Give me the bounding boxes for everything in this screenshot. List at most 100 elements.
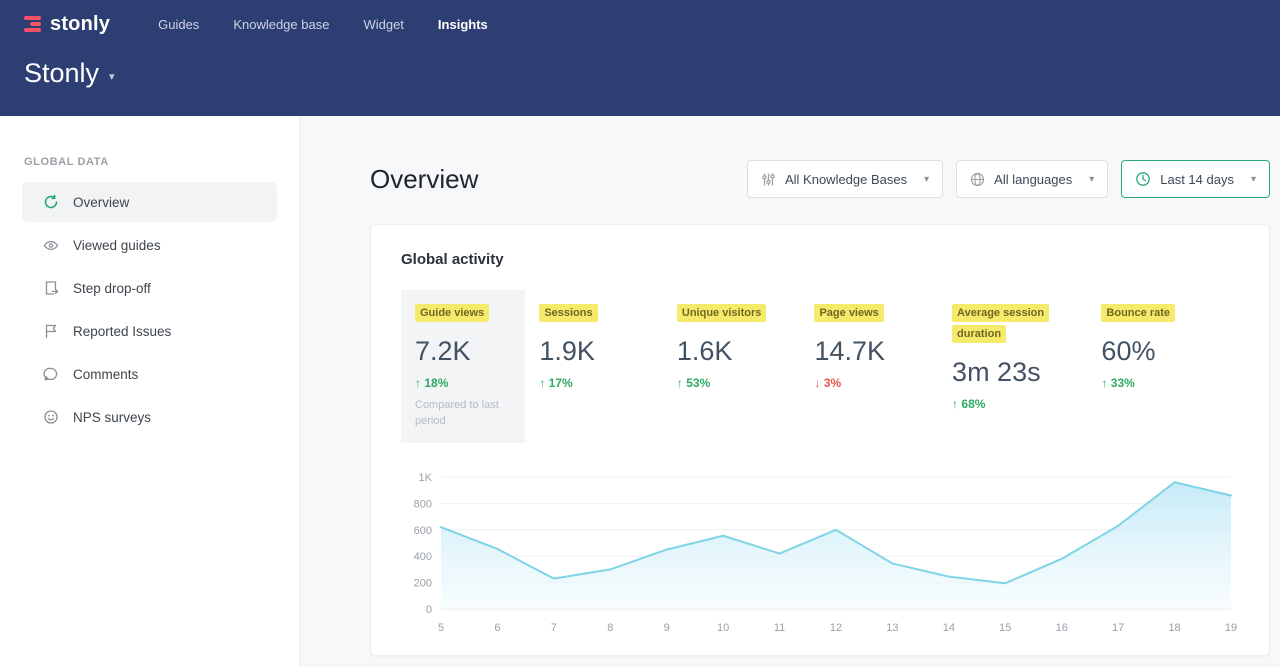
- metric-page-views: Page views 14.7K ↓ 3%: [814, 290, 952, 443]
- svg-text:600: 600: [414, 525, 432, 537]
- metric-delta: ↑ 53%: [677, 376, 815, 390]
- metric-delta: ↑ 18%: [415, 376, 511, 390]
- filters-bar: All Knowledge Bases ▾ All languages ▾ La…: [747, 160, 1270, 198]
- sidebar-item-label: Overview: [73, 195, 129, 210]
- metric-label: Bounce rate: [1101, 304, 1175, 322]
- top-navigation: stonly Guides Knowledge base Widget Insi…: [0, 0, 1280, 42]
- arrow-up-icon: ↑: [415, 376, 421, 390]
- sidebar-item-step-drop-off[interactable]: Step drop-off: [22, 268, 277, 308]
- sliders-icon: [761, 172, 776, 187]
- app-logo[interactable]: stonly: [24, 13, 110, 36]
- metric-value: 1.6K: [677, 336, 815, 367]
- filter-label: Last 14 days: [1160, 172, 1234, 187]
- flag-icon: [43, 323, 59, 339]
- filter-label: All Knowledge Bases: [785, 172, 907, 187]
- svg-text:13: 13: [886, 622, 898, 634]
- metric-delta: ↑ 17%: [539, 376, 677, 390]
- svg-text:400: 400: [414, 551, 432, 563]
- workspace-name: Stonly: [24, 58, 99, 89]
- metric-value: 3m 23s: [952, 357, 1101, 388]
- arrow-down-icon: ↓: [814, 376, 820, 390]
- svg-text:8: 8: [607, 622, 613, 634]
- metric-sessions: Sessions 1.9K ↑ 17%: [539, 290, 677, 443]
- svg-text:17: 17: [1112, 622, 1124, 634]
- eye-icon: [43, 237, 59, 253]
- metric-guide-views: Guide views 7.2K ↑ 18% Compared to last …: [401, 290, 525, 443]
- sidebar-item-nps-surveys[interactable]: NPS surveys: [22, 397, 277, 437]
- metric-unique-visitors: Unique visitors 1.6K ↑ 53%: [677, 290, 815, 443]
- sidebar: GLOBAL DATA Overview Viewed guides Step …: [0, 116, 300, 667]
- sidebar-item-label: NPS surveys: [73, 410, 151, 425]
- sidebar-item-label: Reported Issues: [73, 324, 171, 339]
- filter-knowledge-bases[interactable]: All Knowledge Bases ▾: [747, 160, 943, 198]
- nav-item-guides[interactable]: Guides: [158, 17, 199, 32]
- sidebar-item-overview[interactable]: Overview: [22, 182, 277, 222]
- svg-text:0: 0: [426, 604, 432, 616]
- chevron-down-icon: ▾: [924, 174, 929, 185]
- top-header: stonly Guides Knowledge base Widget Insi…: [0, 0, 1280, 116]
- sidebar-item-reported-issues[interactable]: Reported Issues: [22, 311, 277, 351]
- sidebar-item-viewed-guides[interactable]: Viewed guides: [22, 225, 277, 265]
- metric-value: 7.2K: [415, 336, 511, 367]
- main-content: Overview All Knowledge Bases ▾ All langu…: [300, 116, 1280, 667]
- metric-label: Unique visitors: [677, 304, 766, 322]
- svg-text:6: 6: [494, 622, 500, 634]
- metric-label: Guide views: [415, 304, 489, 322]
- metric-delta: ↑ 33%: [1101, 376, 1239, 390]
- metrics-row: Guide views 7.2K ↑ 18% Compared to last …: [401, 290, 1239, 443]
- smiley-icon: [43, 409, 59, 425]
- comment-icon: [43, 366, 59, 382]
- metric-note: Compared to last period: [415, 398, 511, 430]
- arrow-up-icon: ↑: [677, 376, 683, 390]
- metric-bounce-rate: Bounce rate 60% ↑ 33%: [1101, 290, 1239, 443]
- svg-text:5: 5: [438, 622, 444, 634]
- svg-text:1K: 1K: [419, 472, 433, 484]
- chevron-down-icon: ▾: [1251, 174, 1256, 185]
- svg-text:16: 16: [1056, 622, 1068, 634]
- svg-text:15: 15: [999, 622, 1011, 634]
- page-title: Overview: [370, 164, 478, 195]
- filter-date-range[interactable]: Last 14 days ▾: [1121, 160, 1270, 198]
- chevron-down-icon: ▾: [109, 70, 115, 83]
- nav-item-insights[interactable]: Insights: [438, 17, 488, 32]
- global-activity-card: Global activity Guide views 7.2K ↑ 18% C…: [370, 224, 1270, 656]
- svg-text:9: 9: [664, 622, 670, 634]
- svg-text:11: 11: [774, 622, 785, 634]
- metric-value: 14.7K: [814, 336, 952, 367]
- nav-item-widget[interactable]: Widget: [363, 17, 403, 32]
- sidebar-section-title: GLOBAL DATA: [0, 156, 299, 182]
- metric-label: Average session duration: [952, 304, 1049, 343]
- primary-nav: Guides Knowledge base Widget Insights: [158, 17, 488, 32]
- nav-item-knowledge-base[interactable]: Knowledge base: [233, 17, 329, 32]
- sidebar-item-comments[interactable]: Comments: [22, 354, 277, 394]
- svg-text:19: 19: [1225, 622, 1237, 634]
- metric-label: Page views: [814, 304, 883, 322]
- svg-text:7: 7: [551, 622, 557, 634]
- svg-text:200: 200: [414, 577, 432, 589]
- metric-value: 60%: [1101, 336, 1239, 367]
- chevron-down-icon: ▾: [1089, 174, 1094, 185]
- step-dropoff-icon: [43, 280, 59, 296]
- metric-label: Sessions: [539, 304, 597, 322]
- svg-text:800: 800: [414, 498, 432, 510]
- globe-icon: [970, 172, 985, 187]
- app-logo-text: stonly: [50, 13, 110, 36]
- workspace-switcher[interactable]: Stonly ▾: [0, 42, 1280, 89]
- overview-icon: [43, 194, 59, 210]
- arrow-up-icon: ↑: [539, 376, 545, 390]
- sidebar-item-label: Comments: [73, 367, 138, 382]
- sidebar-item-label: Step drop-off: [73, 281, 151, 296]
- svg-text:10: 10: [717, 622, 729, 634]
- card-title: Global activity: [401, 251, 1239, 268]
- metric-delta: ↓ 3%: [814, 376, 952, 390]
- activity-chart: 02004006008001K5678910111213141516171819: [401, 467, 1241, 639]
- arrow-up-icon: ↑: [1101, 376, 1107, 390]
- metric-average-session-duration: Average session duration 3m 23s ↑ 68%: [952, 290, 1101, 443]
- filter-label: All languages: [994, 172, 1072, 187]
- sidebar-item-label: Viewed guides: [73, 238, 161, 253]
- clock-icon: [1135, 171, 1151, 187]
- filter-languages[interactable]: All languages ▾: [956, 160, 1108, 198]
- svg-text:12: 12: [830, 622, 842, 634]
- svg-text:14: 14: [943, 622, 955, 634]
- metric-value: 1.9K: [539, 336, 677, 367]
